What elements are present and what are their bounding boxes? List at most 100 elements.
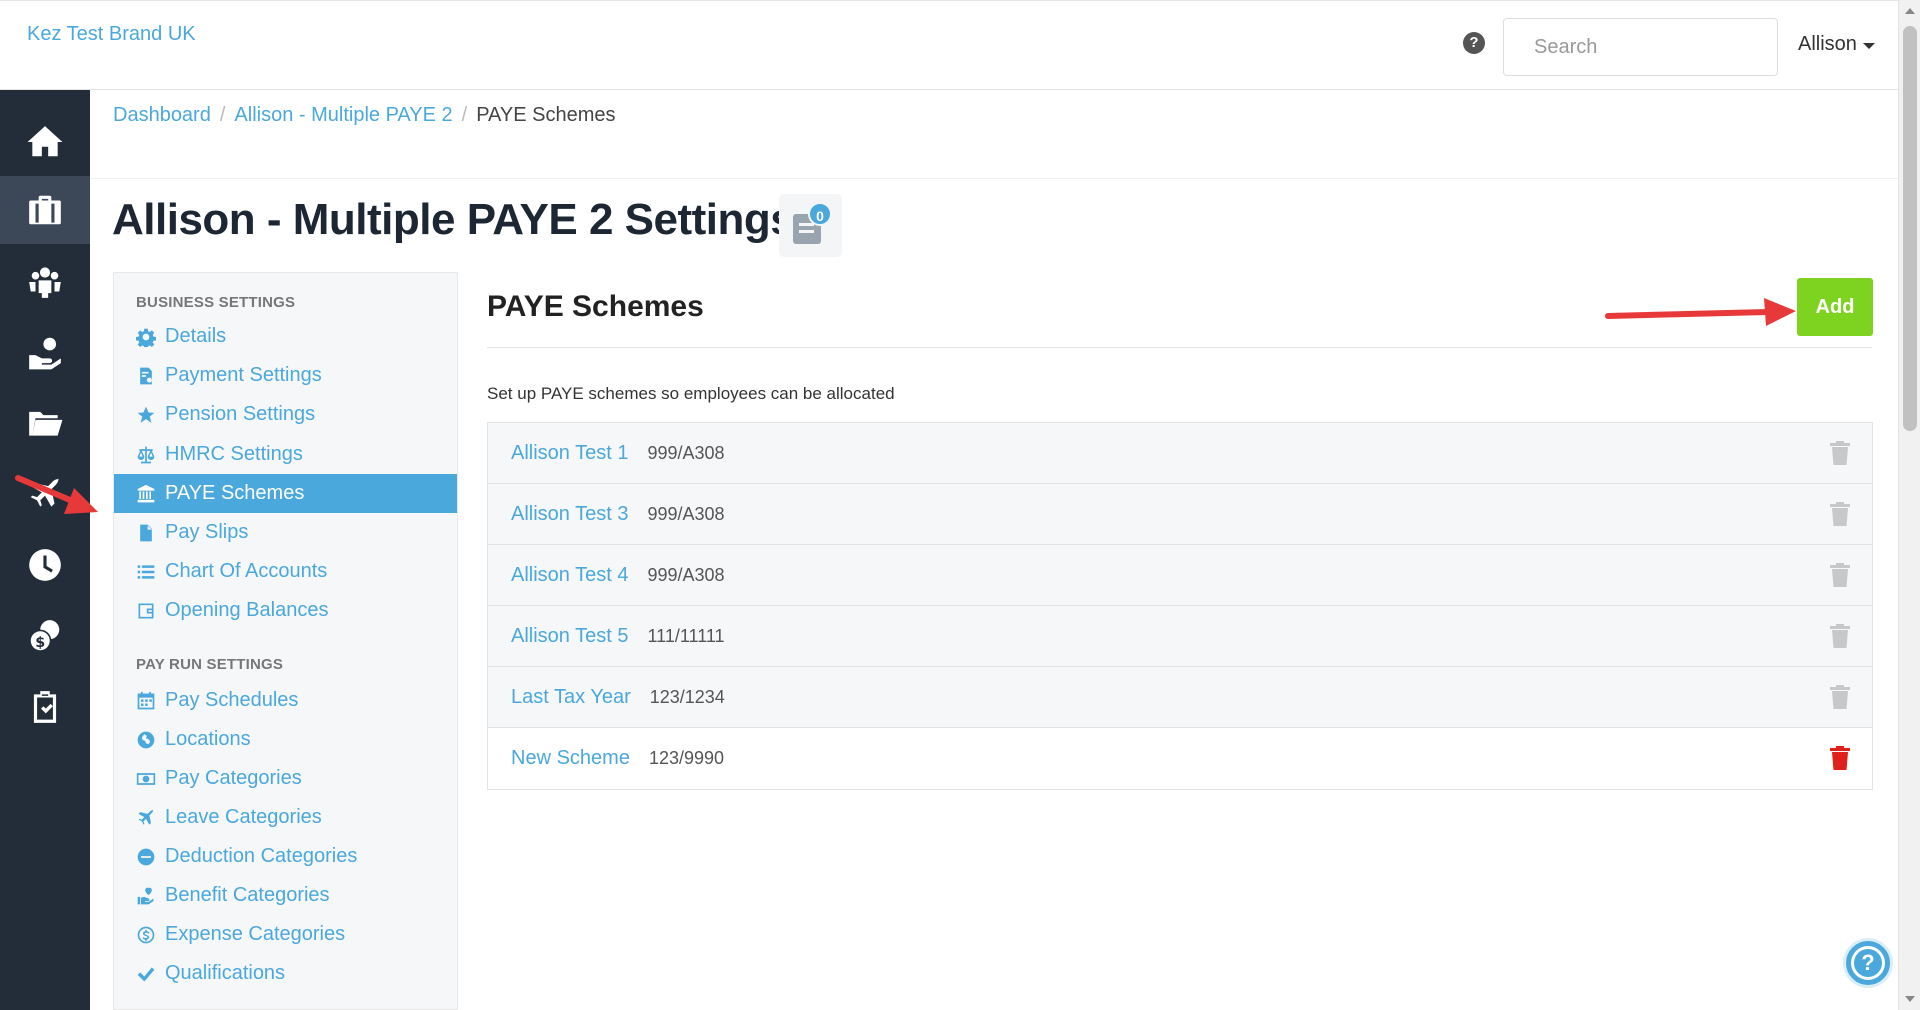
scheme-name-link[interactable]: Last Tax Year	[511, 686, 631, 709]
rail-employees[interactable]	[0, 248, 90, 316]
scheme-name-link[interactable]: Allison Test 5	[511, 625, 628, 648]
menu-item-label: Pay Categories	[165, 767, 302, 789]
user-name: Allison	[1798, 33, 1857, 55]
scheme-name-link[interactable]: New Scheme	[511, 747, 630, 770]
page-title: Allison - Multiple PAYE 2 Settings	[112, 195, 795, 244]
brand-link[interactable]: Kez Test Brand UK	[27, 23, 196, 46]
annotation-arrow-down-right-icon	[15, 475, 98, 514]
menu-item-label: HMRC Settings	[165, 443, 303, 465]
menu-item-label: PAYE Schemes	[165, 482, 305, 504]
menu-item-label: Benefit Categories	[165, 884, 330, 906]
file-icon	[136, 523, 156, 543]
user-menu[interactable]: Allison	[1798, 33, 1875, 56]
rail-timesheets[interactable]	[0, 531, 90, 599]
menu-item-label: Pension Settings	[165, 403, 316, 425]
menu-item-benefit-categories[interactable]: Benefit Categories	[114, 876, 457, 915]
menu-item-leave-categories[interactable]: Leave Categories	[114, 798, 457, 837]
breadcrumb-separator: /	[219, 104, 226, 126]
menu-item-chart-of-accounts[interactable]: Chart Of Accounts	[114, 552, 457, 591]
help-widget-button[interactable]: ?	[1843, 938, 1893, 988]
menu-item-qualifications[interactable]: Qualifications	[114, 954, 457, 993]
menu-item-expense-categories[interactable]: Expense Categories	[114, 915, 457, 954]
breadcrumb-business[interactable]: Allison - Multiple PAYE 2	[234, 104, 452, 127]
scroll-down-icon[interactable]	[1905, 996, 1915, 1002]
menu-item-details[interactable]: Details	[114, 317, 457, 356]
menu-item-deduction-categories[interactable]: Deduction Categories	[114, 837, 457, 876]
briefcase-icon	[29, 195, 61, 225]
help-icon[interactable]: ?	[1463, 32, 1485, 54]
trash-icon	[1830, 502, 1850, 526]
menu-item-label: Chart Of Accounts	[165, 560, 328, 582]
scheme-name-link[interactable]: Allison Test 1	[511, 442, 628, 465]
breadcrumb: Dashboard / Allison - Multiple PAYE 2 / …	[113, 104, 616, 127]
breadcrumb-dashboard[interactable]: Dashboard	[113, 104, 211, 127]
rail-documents[interactable]	[0, 389, 90, 457]
top-bar: Kez Test Brand UK ? Allison	[0, 0, 1898, 90]
table-row: Allison Test 1 999/A308	[488, 423, 1872, 484]
home-icon	[27, 126, 63, 157]
menu-item-label: Qualifications	[165, 962, 286, 984]
coins-icon: $	[29, 620, 60, 652]
menu-item-paye-schemes[interactable]: PAYE Schemes	[114, 474, 457, 513]
menu-item-label: Deduction Categories	[165, 845, 358, 867]
wallet-icon	[136, 601, 156, 621]
menu-item-label: Expense Categories	[165, 923, 346, 945]
globe-icon	[136, 730, 156, 750]
gear-icon	[136, 327, 156, 347]
trash-icon	[1830, 563, 1850, 587]
scheme-reference: 123/1234	[649, 686, 725, 707]
scroll-up-icon[interactable]	[1905, 8, 1915, 14]
clock-icon	[29, 549, 61, 581]
minus-circle-icon	[136, 847, 156, 867]
rail-business[interactable]	[0, 176, 90, 244]
trash-icon	[1830, 624, 1850, 648]
calendar-icon	[136, 691, 156, 711]
pay-run-settings-heading: PAY RUN SETTINGS	[136, 656, 284, 673]
scheme-reference: 999/A308	[647, 564, 725, 585]
people-icon	[29, 267, 61, 298]
bank-icon	[136, 484, 156, 504]
business-settings-heading: BUSINESS SETTINGS	[136, 294, 296, 311]
menu-item-hmrc-settings[interactable]: HMRC Settings	[114, 435, 457, 474]
menu-item-label: Leave Categories	[165, 806, 322, 828]
table-row: Allison Test 3 999/A308	[488, 484, 1872, 545]
rail-tasks[interactable]	[0, 673, 90, 741]
menu-item-pay-schedules[interactable]: Pay Schedules	[114, 681, 457, 720]
check-icon	[136, 964, 156, 984]
menu-item-locations[interactable]: Locations	[114, 720, 457, 759]
svg-text:$: $	[35, 635, 45, 651]
add-button[interactable]: Add	[1797, 278, 1873, 336]
rail-payments[interactable]	[0, 318, 90, 386]
menu-item-pension-settings[interactable]: Pension Settings	[114, 395, 457, 434]
table-row: Allison Test 5 111/11111	[488, 606, 1872, 667]
star-icon	[136, 405, 156, 425]
scheme-name-link[interactable]: Allison Test 3	[511, 503, 628, 526]
trash-icon	[1830, 685, 1850, 709]
trash-icon	[1830, 441, 1850, 465]
scheme-name-link[interactable]: Allison Test 4	[511, 564, 628, 587]
scheme-list: Allison Test 1 999/A308 Allison Test 3 9…	[487, 422, 1873, 790]
menu-item-pay-categories[interactable]: Pay Categories	[114, 759, 457, 798]
menu-item-label: Locations	[165, 728, 251, 750]
scroll-thumb[interactable]	[1903, 26, 1917, 431]
menu-item-payment-settings[interactable]: Payment Settings	[114, 356, 457, 395]
search-input[interactable]	[1503, 18, 1778, 76]
scheme-reference: 123/9990	[648, 748, 725, 768]
annotation-arrow-right-icon	[1605, 298, 1796, 326]
scrollbar[interactable]	[1898, 0, 1920, 1010]
delete-scheme-icon[interactable]	[1830, 746, 1850, 770]
panel-description: Set up PAYE schemes so employees can be …	[487, 384, 895, 403]
scheme-reference: 999/A308	[647, 503, 725, 524]
menu-item-label: Opening Balances	[165, 599, 329, 621]
rail-payroll[interactable]: $	[0, 602, 90, 670]
menu-item-opening-balances[interactable]: Opening Balances	[114, 591, 457, 630]
payment-doc-icon	[136, 366, 156, 386]
table-row: Allison Test 4 999/A308	[488, 545, 1872, 606]
table-row: Last Tax Year 123/1234	[488, 667, 1872, 728]
panel-title: PAYE Schemes	[487, 290, 704, 323]
table-row: New Scheme 123/9990	[488, 728, 1872, 789]
menu-item-pay-slips[interactable]: Pay Slips	[114, 513, 457, 552]
plane-icon	[136, 808, 156, 828]
notes-button[interactable]: 0	[779, 194, 842, 257]
rail-home[interactable]	[0, 108, 90, 176]
